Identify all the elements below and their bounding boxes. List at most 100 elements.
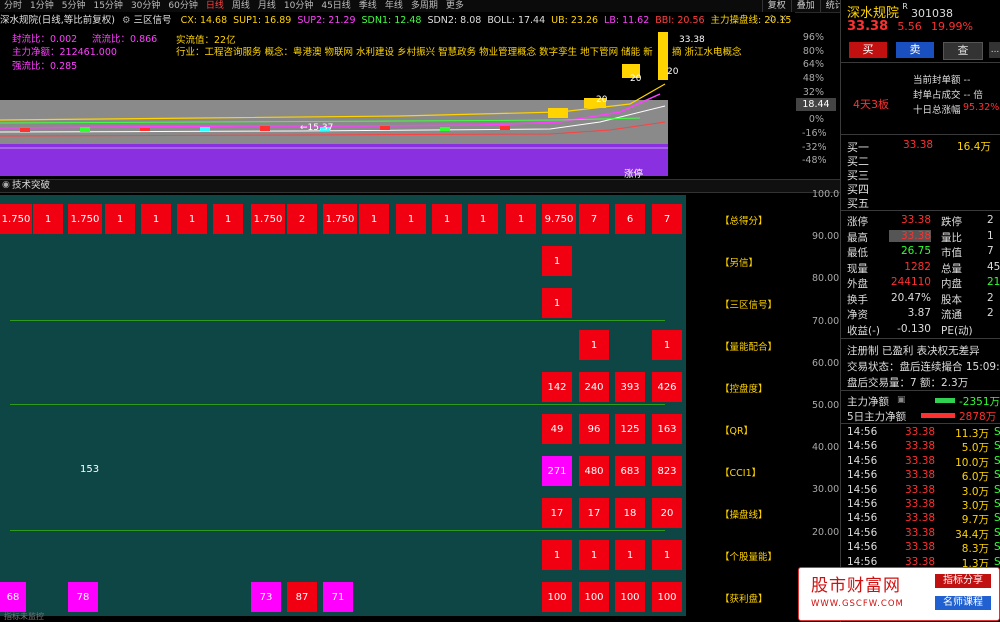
watermark-url: WWW.GSCFW.COM (811, 599, 904, 609)
annot-low: ←15.37 (300, 123, 334, 133)
more-button[interactable]: ... (989, 42, 1000, 58)
seal-ratio: 封流比：0.002 (12, 34, 78, 45)
main-net-value: -2351万 (959, 396, 1000, 408)
tick-time: 14:56 (847, 454, 878, 467)
stat-key: 总量 (941, 262, 962, 275)
stat-key: 流通 (941, 309, 962, 321)
chart-y-tick: -48% (802, 155, 827, 167)
period-tab[interactable]: 分时 (0, 0, 26, 12)
period-tab[interactable]: 日线 (202, 0, 228, 12)
tick-side: S (994, 455, 1000, 467)
period-tab[interactable]: 更多 (442, 0, 468, 12)
watermark-tag-1: 指标分享 (935, 574, 991, 588)
indicator-name[interactable]: 三区信号 (134, 15, 172, 26)
period-tab[interactable]: 多周期 (407, 0, 442, 12)
price-change: 5.56 (897, 20, 922, 33)
tick-volume: 9.7万 (961, 514, 989, 527)
indicator-param: BOLL: 17.44 (487, 15, 546, 26)
panel-title[interactable]: 技术突破 (12, 180, 50, 192)
signal-cell: 9.750 (542, 204, 576, 234)
tick-time: 14:56 (847, 426, 878, 438)
stat-value: 26.75 (900, 245, 931, 257)
period-tab[interactable]: 月线 (254, 0, 280, 12)
tick-volume: 6.0万 (961, 471, 989, 484)
period-tab[interactable]: 周线 (228, 0, 254, 12)
chart-corner-icons[interactable]: ◇ × (768, 13, 787, 24)
stat-key: 收益(-) (847, 324, 880, 337)
row-label: 【QR】 (720, 426, 754, 437)
stat-value: 7 (987, 245, 994, 257)
tick-price: 33.38 (905, 526, 936, 539)
tick-price: 33.38 (905, 483, 936, 496)
tick-volume: 8.3万 (961, 543, 989, 556)
chart-y-tick: 0% (808, 114, 824, 126)
chart-y-tick: 32% (802, 86, 824, 98)
tick-price: 33.38 (905, 426, 936, 438)
buy-button[interactable]: 买 (849, 42, 887, 58)
lower-y-tick: 60.00 (812, 357, 840, 369)
stat-value: 1 (987, 229, 994, 242)
period-tab[interactable]: 季线 (355, 0, 381, 12)
trade-status: 交易状态：盘后连续撮合 15:09: (847, 361, 1000, 373)
stat-value: 33.38 (900, 214, 931, 226)
concept-tail: 摘 浙江水电概念 (672, 47, 742, 58)
main-net-info-icon[interactable]: ▣ (897, 395, 906, 405)
tick-time: 14:56 (847, 469, 878, 482)
query-button[interactable]: 查 (943, 42, 983, 60)
bid1-volume: 16.4万 (957, 141, 991, 153)
signal-cell: 1 (579, 540, 609, 570)
panel-menu-icon[interactable]: ◉ (2, 180, 10, 190)
tick-volume: 5.0万 (961, 442, 989, 455)
stock-tags: 注册制 已盈利 表决权无差异 (847, 345, 980, 357)
capital-flow: 主力净额：212461.000 (12, 47, 117, 58)
indicator-gear-icon[interactable]: ⚙ (122, 15, 131, 26)
period-tab[interactable]: 45日线 (317, 0, 354, 12)
quote-panel: 深水规院 R 301038 33.38 5.56 19.99% 买 卖 查 ..… (840, 0, 1000, 622)
period-tab[interactable]: 15分钟 (89, 0, 126, 12)
tick-side: S (994, 512, 1000, 524)
stat-value: 2 (987, 291, 994, 304)
signal-cell: 1 (579, 330, 609, 360)
tick-price: 33.38 (905, 454, 936, 467)
signal-cell: 100 (615, 582, 645, 612)
period-tab[interactable]: 5分钟 (58, 0, 90, 12)
five-day-label: 5日主力净额 (847, 411, 907, 423)
bid1-price: 33.38 (903, 139, 934, 151)
signal-cell: 1 (105, 204, 135, 234)
chart-y-tick: 96% (802, 32, 824, 43)
signal-cell: 6 (615, 204, 645, 234)
stock-flag: R (902, 2, 908, 11)
stat-key: 最高 (847, 231, 868, 244)
period-tab[interactable]: 10分钟 (280, 0, 317, 12)
lower-y-tick: 20.00 (812, 526, 840, 538)
tick-volume: 11.3万 (955, 428, 989, 440)
period-tab[interactable]: 年线 (381, 0, 407, 12)
signal-cell: 68 (0, 582, 26, 612)
stat-value: 33.38 (889, 229, 931, 242)
stat-key: 量比 (941, 231, 962, 244)
tick-time: 14:56 (847, 483, 878, 496)
period-tab[interactable]: 60分钟 (164, 0, 201, 12)
tool-tab[interactable]: 叠加 (790, 0, 820, 12)
tick-side: S (994, 484, 1000, 496)
signal-cell: 142 (542, 372, 572, 402)
signal-box-1 (548, 108, 568, 118)
sell-button[interactable]: 卖 (896, 42, 934, 58)
signal-cell: 1 (33, 204, 63, 234)
signal-cell: 20 (652, 498, 682, 528)
tool-tab[interactable]: 复权 (761, 0, 791, 12)
signal-cell: 2 (287, 204, 317, 234)
stat-key: 外盘 (847, 278, 868, 290)
signal-cell: 240 (579, 372, 609, 402)
period-tab[interactable]: 1分钟 (26, 0, 58, 12)
signal-cell: 1 (359, 204, 389, 234)
period-tab[interactable]: 30分钟 (127, 0, 164, 12)
indicator-param: SUP1: 16.89 (233, 15, 292, 26)
strength-ratio: 强流比：0.285 (12, 61, 78, 72)
row-label: 【量能配合】 (720, 342, 778, 353)
main-net-label: 主力净额 (847, 396, 889, 408)
lower-y-tick: 70.00 (812, 315, 840, 327)
row-label: 【三区信号】 (720, 300, 778, 311)
tick-side: S (994, 541, 1000, 553)
kline-chart[interactable]: 深水规院(日线,等比前复权) ⚙ 三区信号 CX: 14.68 SUP1: 16.… (0, 12, 836, 180)
